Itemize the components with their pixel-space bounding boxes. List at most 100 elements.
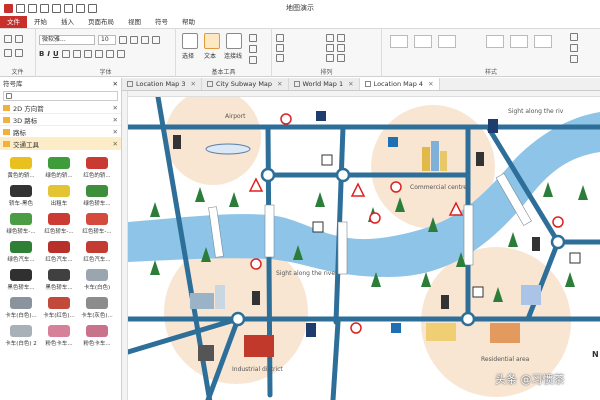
font-name-select[interactable]: 微软雅...: [39, 35, 95, 45]
highlight-icon[interactable]: [116, 50, 125, 58]
library-symbol-item[interactable]: 粉色卡车...: [78, 321, 116, 347]
tab-symbols[interactable]: 符号: [148, 16, 175, 28]
library-symbol-item[interactable]: 红色轿车-...: [78, 209, 116, 235]
rotate-icon[interactable]: [276, 54, 284, 62]
library-category-2[interactable]: 3D 路标 ✕: [0, 114, 121, 126]
size-icon[interactable]: [326, 54, 334, 62]
shape-icon[interactable]: [249, 34, 257, 42]
text-tool-button[interactable]: [204, 33, 220, 49]
copy-icon[interactable]: [4, 49, 12, 57]
group-icon[interactable]: [337, 34, 345, 42]
doc-tab-location-map-4[interactable]: Location Map 4 ✕: [359, 78, 440, 90]
align-objects-icon[interactable]: [326, 34, 334, 42]
lock-icon[interactable]: [337, 54, 345, 62]
tab-file[interactable]: 文件: [0, 16, 27, 28]
grow-font-icon[interactable]: [119, 36, 127, 44]
close-icon[interactable]: ✕: [190, 80, 195, 88]
library-symbol-item[interactable]: 绿色汽车...: [2, 237, 40, 263]
italic-icon[interactable]: I: [47, 50, 50, 58]
tab-view[interactable]: 视图: [121, 16, 148, 28]
library-symbol-item[interactable]: 粉色卡车...: [40, 321, 78, 347]
library-symbol-item[interactable]: 绿色轿车-...: [2, 209, 40, 235]
bring-front-menu[interactable]: [287, 33, 323, 43]
library-category-3[interactable]: 路标 ✕: [0, 126, 121, 138]
library-symbol-item[interactable]: 红色汽车...: [78, 237, 116, 263]
library-symbol-item[interactable]: 红色汽车...: [40, 237, 78, 263]
library-symbol-item[interactable]: 红色的轿...: [78, 153, 116, 179]
library-symbol-item[interactable]: 轿车-黑色: [2, 181, 40, 207]
library-symbol-item[interactable]: 卡车(白色)...: [2, 293, 40, 319]
redo-icon[interactable]: [28, 3, 37, 13]
select-tool-button[interactable]: [182, 33, 198, 49]
style-preset-5[interactable]: [510, 35, 528, 48]
library-symbol-item[interactable]: 卡车(灰色)...: [78, 293, 116, 319]
cut-icon[interactable]: [4, 35, 12, 43]
list-icon[interactable]: [152, 36, 160, 44]
library-symbol-item[interactable]: 卡车(白色) 2: [2, 321, 40, 347]
library-category-1[interactable]: 2D 方向箭 ✕: [0, 102, 121, 114]
tab-help[interactable]: 帮助: [175, 16, 202, 28]
fill-icon[interactable]: [570, 33, 578, 41]
library-close-icon[interactable]: ✕: [113, 78, 118, 90]
style-preset-2[interactable]: [414, 35, 432, 48]
print-icon[interactable]: [76, 3, 85, 13]
style-preset-3[interactable]: [438, 35, 456, 48]
subscript-icon[interactable]: [83, 50, 92, 58]
undo-icon[interactable]: [16, 3, 25, 13]
strikethrough-icon[interactable]: [61, 50, 70, 58]
underline-icon[interactable]: U: [53, 50, 59, 58]
library-symbol-item[interactable]: 卡车(白色): [78, 265, 116, 291]
outline-icon[interactable]: [570, 44, 578, 52]
pen-icon[interactable]: [249, 56, 257, 64]
close-icon[interactable]: ✕: [428, 80, 433, 88]
paste-icon[interactable]: [15, 35, 23, 43]
tab-insert[interactable]: 插入: [54, 16, 81, 28]
indent-icon[interactable]: [94, 50, 103, 58]
library-symbol-item[interactable]: 黑色轿车...: [40, 265, 78, 291]
superscript-icon[interactable]: [72, 50, 81, 58]
shrink-font-icon[interactable]: [130, 36, 138, 44]
rotate-menu[interactable]: [287, 53, 323, 63]
bold-icon[interactable]: B: [39, 50, 44, 58]
style-preset-4[interactable]: [486, 35, 504, 48]
send-back-icon[interactable]: [276, 44, 284, 52]
shadow-icon[interactable]: [570, 55, 578, 63]
close-icon[interactable]: ✕: [113, 140, 118, 148]
library-symbol-item[interactable]: 红色轿车-...: [40, 209, 78, 235]
close-icon[interactable]: ✕: [113, 104, 118, 112]
doc-tab-location-map-3[interactable]: Location Map 3 ✕: [122, 78, 202, 90]
format-painter-icon[interactable]: [15, 49, 23, 57]
library-symbol-item[interactable]: 绿色轿车...: [78, 181, 116, 207]
style-preset-6[interactable]: [534, 35, 552, 48]
new-file-icon[interactable]: [40, 3, 49, 13]
library-symbol-item[interactable]: 卡车(红色)...: [40, 293, 78, 319]
close-icon[interactable]: ✕: [348, 80, 353, 88]
library-symbol-item[interactable]: 出租车: [40, 181, 78, 207]
font-size-select[interactable]: 10: [98, 35, 116, 45]
style-preset-1[interactable]: [390, 35, 408, 48]
connector-tool-button[interactable]: [226, 33, 242, 49]
open-folder-icon[interactable]: [52, 3, 61, 13]
tab-page-layout[interactable]: 页面布局: [81, 16, 121, 28]
send-back-menu[interactable]: [287, 43, 323, 53]
align-icon[interactable]: [141, 36, 149, 44]
library-symbol-item[interactable]: 黑色轿车...: [2, 265, 40, 291]
bring-front-icon[interactable]: [276, 34, 284, 42]
line-icon[interactable]: [249, 45, 257, 53]
library-symbol-item[interactable]: 黄色的轿...: [2, 153, 40, 179]
export-icon[interactable]: [88, 3, 97, 13]
distribute-icon[interactable]: [326, 44, 334, 52]
tab-home[interactable]: 开始: [27, 16, 54, 28]
library-category-4[interactable]: 交通工具 ✕: [0, 138, 121, 150]
close-icon[interactable]: ✕: [113, 116, 118, 124]
font-color-icon[interactable]: [105, 50, 114, 58]
library-symbol-item[interactable]: 绿色的轿...: [40, 153, 78, 179]
drawing-canvas[interactable]: Airport Sight along the riv Commercial c…: [128, 97, 600, 400]
library-search-input[interactable]: [3, 91, 118, 101]
close-icon[interactable]: ✕: [277, 80, 282, 88]
doc-tab-world-map-1[interactable]: World Map 1 ✕: [288, 78, 360, 90]
close-icon[interactable]: ✕: [113, 128, 118, 136]
doc-tab-city-subway-map[interactable]: City Subway Map ✕: [201, 78, 289, 90]
save-icon[interactable]: [64, 3, 73, 13]
center-icon[interactable]: [337, 44, 345, 52]
